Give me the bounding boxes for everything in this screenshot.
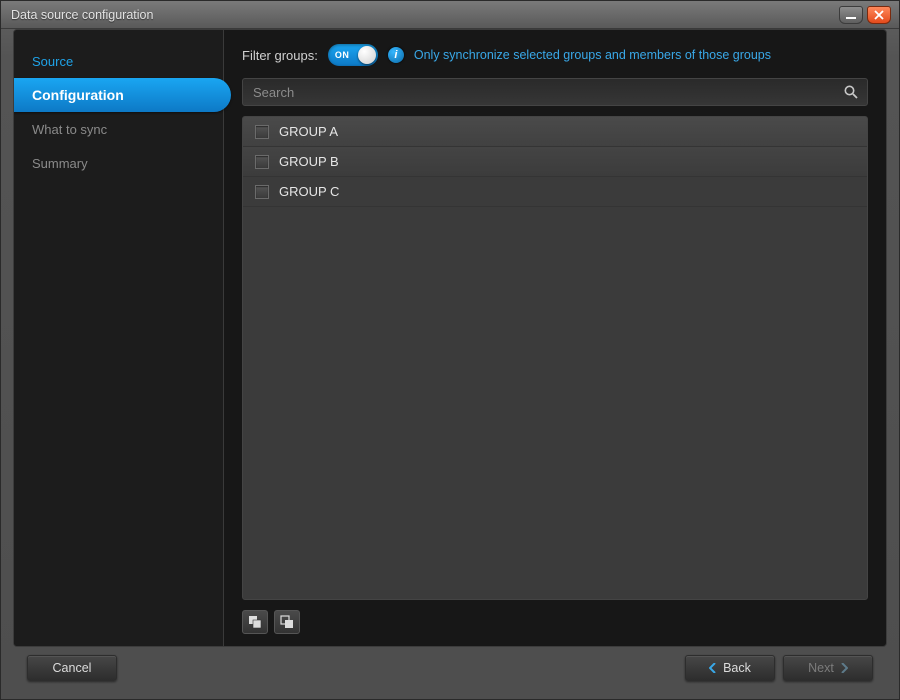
- select-all-button[interactable]: [242, 610, 268, 634]
- window-title: Data source configuration: [11, 8, 839, 22]
- chevron-left-icon: [709, 663, 717, 673]
- next-button[interactable]: Next: [783, 655, 873, 681]
- filter-row: Filter groups: ON i Only synchronize sel…: [242, 44, 868, 66]
- body-shell: Source Configuration What to sync Summar…: [1, 29, 899, 699]
- sidebar-item-what-to-sync[interactable]: What to sync: [14, 112, 223, 146]
- chevron-right-icon: [840, 663, 848, 673]
- close-icon: [874, 10, 884, 20]
- search-input[interactable]: [253, 85, 843, 100]
- checkbox[interactable]: [255, 155, 269, 169]
- list-item[interactable]: GROUP B: [243, 147, 867, 177]
- window-controls: [839, 6, 891, 24]
- group-list[interactable]: GROUP A GROUP B GROUP C: [242, 116, 868, 600]
- toggle-knob: [358, 46, 376, 64]
- back-button[interactable]: Back: [685, 655, 775, 681]
- toggle-on-label: ON: [335, 50, 350, 60]
- group-label: GROUP C: [279, 184, 339, 199]
- group-label: GROUP B: [279, 154, 339, 169]
- deselect-all-button[interactable]: [274, 610, 300, 634]
- inner-panel: Source Configuration What to sync Summar…: [13, 29, 887, 647]
- list-item[interactable]: GROUP A: [243, 117, 867, 147]
- window-root: Data source configuration Source Configu…: [0, 0, 900, 700]
- filter-toggle[interactable]: ON: [328, 44, 378, 66]
- group-label: GROUP A: [279, 124, 338, 139]
- list-item[interactable]: GROUP C: [243, 177, 867, 207]
- back-button-label: Back: [723, 661, 751, 675]
- next-button-label: Next: [808, 661, 834, 675]
- checkbox[interactable]: [255, 125, 269, 139]
- search-icon[interactable]: [843, 84, 859, 100]
- info-icon[interactable]: i: [388, 47, 404, 63]
- main-area: Filter groups: ON i Only synchronize sel…: [224, 30, 886, 646]
- footer: Cancel Back Next: [13, 647, 887, 689]
- close-button[interactable]: [867, 6, 891, 24]
- select-all-icon: [248, 615, 262, 629]
- deselect-all-icon: [280, 615, 294, 629]
- sidebar-item-source[interactable]: Source: [14, 44, 223, 78]
- filter-label: Filter groups:: [242, 48, 318, 63]
- sidebar: Source Configuration What to sync Summar…: [14, 30, 224, 646]
- search-field[interactable]: [242, 78, 868, 106]
- list-actions: [242, 610, 868, 634]
- minimize-icon: [846, 17, 856, 19]
- sidebar-item-summary[interactable]: Summary: [14, 146, 223, 180]
- minimize-button[interactable]: [839, 6, 863, 24]
- filter-hint: Only synchronize selected groups and mem…: [414, 48, 771, 62]
- checkbox[interactable]: [255, 185, 269, 199]
- titlebar[interactable]: Data source configuration: [1, 1, 899, 29]
- sidebar-item-configuration[interactable]: Configuration: [14, 78, 231, 112]
- cancel-button[interactable]: Cancel: [27, 655, 117, 681]
